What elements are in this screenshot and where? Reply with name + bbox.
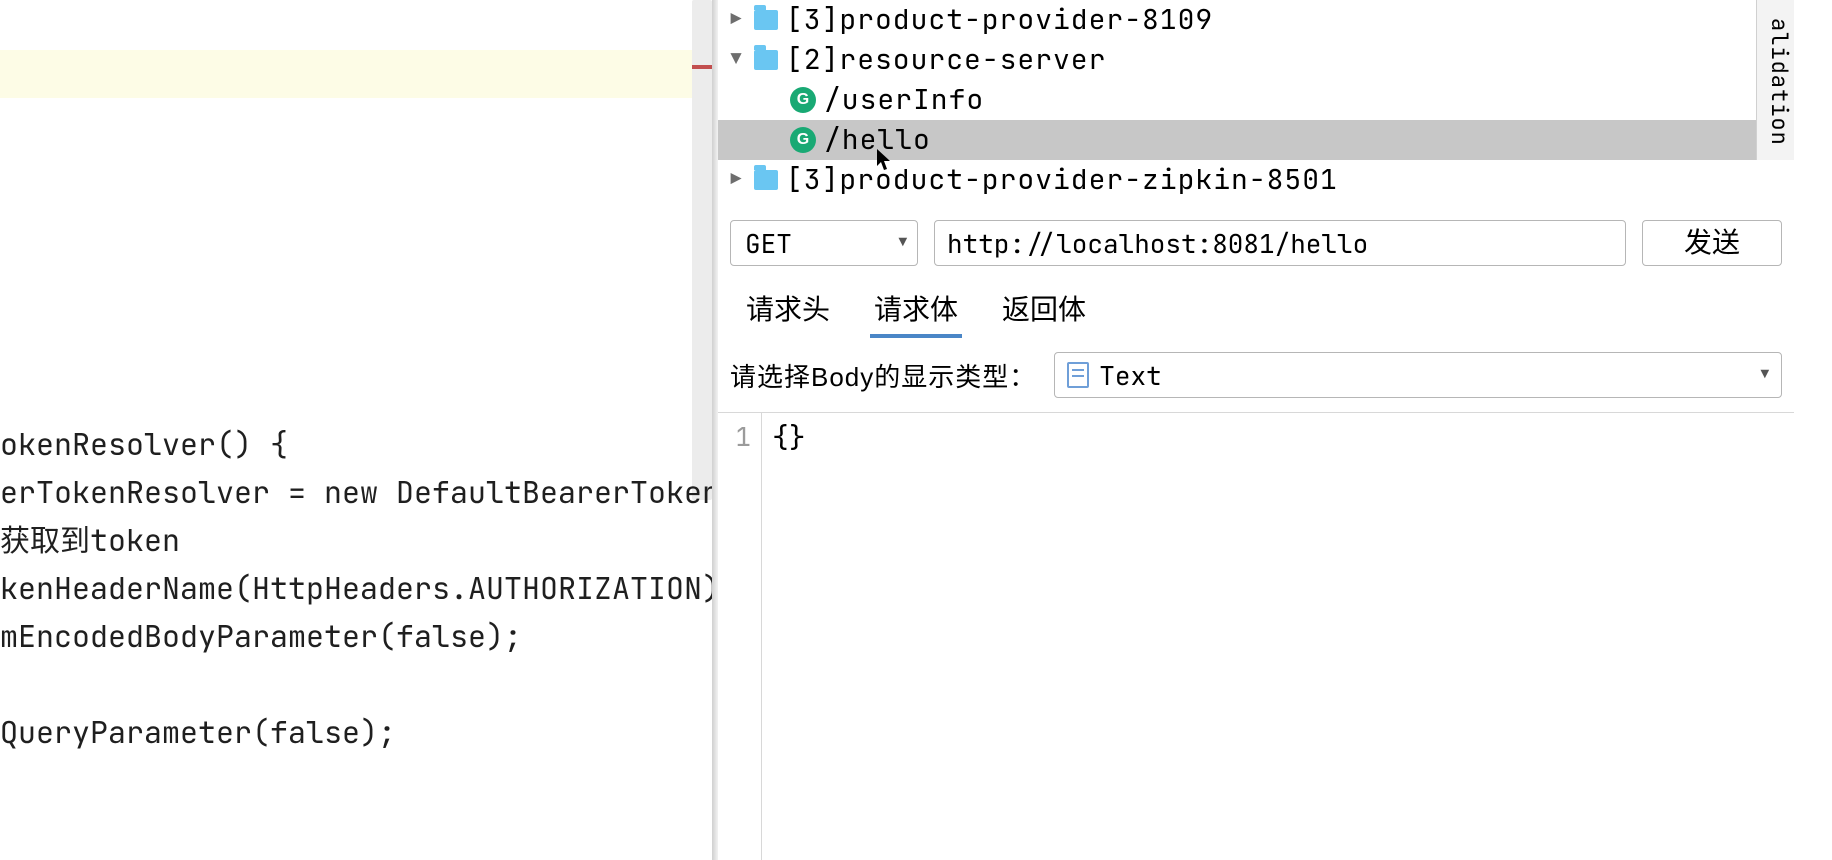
tree-endpoint[interactable]: G/hello [718, 120, 1794, 160]
tree-item-label: [3]product-provider-zipkin-8501 [786, 160, 1338, 200]
tree-folder[interactable]: ▶ [3]product-provider-8109 [718, 0, 1794, 40]
code-editor[interactable]: okenResolver() { erTokenResolver = new D… [0, 0, 712, 860]
folder-icon [754, 50, 778, 70]
text-file-icon [1067, 362, 1089, 388]
body-gutter: 1 [718, 413, 762, 860]
folder-icon [754, 170, 778, 190]
body-content[interactable]: {} [762, 413, 816, 860]
tab-请求体[interactable]: 请求体 [870, 282, 962, 338]
tab-返回体[interactable]: 返回体 [998, 282, 1090, 338]
twisty-open-icon[interactable]: ▼ [726, 40, 746, 80]
body-editor[interactable]: 1 {} [718, 412, 1794, 860]
chevron-down-icon: ▼ [1761, 366, 1769, 384]
api-tree[interactable]: ▶ [3]product-provider-8109 ▼ [2]resource-se… [718, 0, 1794, 200]
tree-item-label: /userInfo [824, 80, 984, 120]
twisty-closed-icon[interactable]: ▶ [726, 0, 746, 40]
folder-icon [754, 10, 778, 30]
tree-item-label: [2]resource-server [786, 40, 1106, 80]
http-method-value: GET [745, 226, 792, 261]
url-input[interactable] [934, 220, 1626, 266]
body-type-dropdown[interactable]: Text ▼ [1054, 352, 1782, 398]
http-get-icon: G [790, 87, 816, 113]
code-text[interactable]: okenResolver() { erTokenResolver = new D… [0, 420, 712, 756]
tree-item-label: [3]product-provider-8109 [786, 0, 1213, 40]
http-method-dropdown[interactable]: GET ▼ [730, 220, 918, 266]
http-get-icon: G [790, 127, 816, 153]
error-stripe-mark[interactable] [692, 65, 712, 69]
send-button[interactable]: 发送 [1642, 220, 1782, 266]
tree-endpoint[interactable]: G/userInfo [718, 80, 1794, 120]
body-type-label: 请选择Body的显示类型： [730, 357, 1036, 394]
chevron-down-icon: ▼ [899, 234, 907, 252]
tree-folder[interactable]: ▼ [2]resource-server [718, 40, 1794, 80]
request-bar: GET ▼ 发送 [718, 200, 1794, 278]
twisty-closed-icon[interactable]: ▶ [726, 160, 746, 200]
body-type-row: 请选择Body的显示类型： Text ▼ [718, 338, 1794, 412]
body-type-value: Text [1099, 358, 1161, 393]
rest-client-panel: ▶ [3]product-provider-8109 ▼ [2]resource-se… [718, 0, 1794, 860]
tab-请求头[interactable]: 请求头 [742, 282, 834, 338]
tree-folder[interactable]: ▶ [3]product-provider-zipkin-8501 [718, 160, 1794, 200]
request-tabs: 请求头请求体返回体 [718, 278, 1794, 338]
tree-item-label: /hello [824, 120, 931, 160]
side-tab-validation[interactable]: alidation [1756, 0, 1794, 160]
editor-highlight-line [0, 50, 696, 98]
